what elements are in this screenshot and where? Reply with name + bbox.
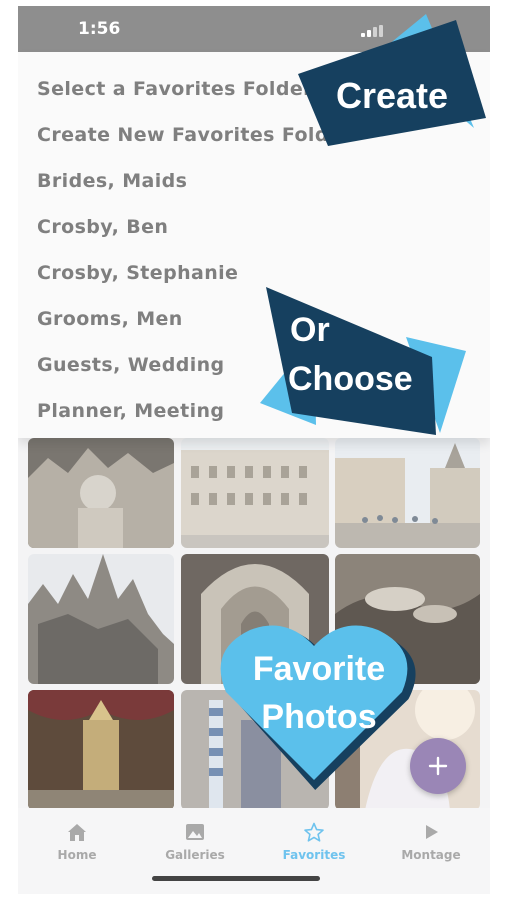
image-icon <box>150 822 240 842</box>
favorite-photos-callout: Favorite Photos <box>220 625 416 790</box>
favorite-photos-line1: Favorite <box>253 650 385 688</box>
choose-callout: Or Choose <box>260 287 466 435</box>
favorite-photos-line2: Photos <box>261 698 376 736</box>
menu-title: Select a Favorites Folder <box>37 78 313 100</box>
tab-home[interactable]: Home <box>32 822 122 862</box>
tab-label: Galleries <box>165 848 225 862</box>
tab-montage[interactable]: Montage <box>386 822 476 862</box>
star-icon <box>269 822 359 842</box>
create-callout: Create <box>298 14 486 146</box>
status-time: 1:56 <box>78 19 121 39</box>
create-callout-text: Create <box>336 75 448 116</box>
tab-label: Home <box>57 848 97 862</box>
tab-bar: Home Galleries Favorites Montage <box>18 808 490 894</box>
menu-item-folder[interactable]: Crosby, Stephanie <box>37 262 238 284</box>
menu-item-folder[interactable]: Grooms, Men <box>37 308 183 330</box>
home-indicator <box>152 876 320 881</box>
photo-thumbnail[interactable] <box>335 438 480 548</box>
photo-thumbnail[interactable] <box>28 438 174 548</box>
menu-item-folder[interactable]: Guests, Wedding <box>37 354 225 376</box>
tab-label: Favorites <box>282 848 346 862</box>
menu-item-folder[interactable]: Planner, Meeting <box>37 400 224 422</box>
photo-thumbnail[interactable] <box>28 690 174 810</box>
menu-item-folder[interactable]: Crosby, Ben <box>37 216 168 238</box>
play-icon <box>386 822 476 842</box>
menu-item-folder[interactable]: Brides, Maids <box>37 170 187 192</box>
photo-thumbnail[interactable] <box>28 554 174 684</box>
photo-thumbnail[interactable] <box>181 438 329 548</box>
choose-callout-or: Or <box>290 311 330 349</box>
home-icon <box>32 822 122 842</box>
tab-galleries[interactable]: Galleries <box>150 822 240 862</box>
choose-callout-choose: Choose <box>288 360 413 398</box>
tab-favorites[interactable]: Favorites <box>269 822 359 862</box>
tab-label: Montage <box>401 848 461 862</box>
